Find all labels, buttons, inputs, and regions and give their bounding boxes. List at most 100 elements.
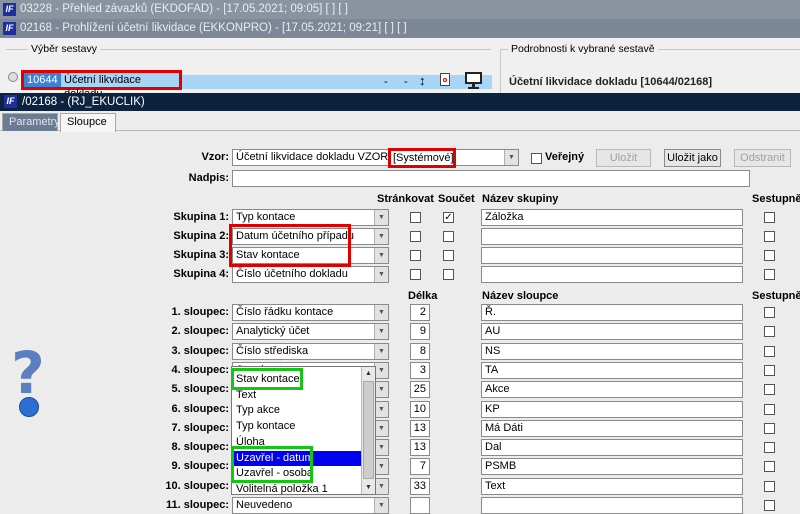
column-sestupne-checkbox[interactable] (764, 480, 775, 492)
window-title-ekdofad[interactable]: IF 03228 - Přehled závazků (EKDOFAD) - [1… (0, 0, 800, 19)
group-sestupne-checkbox[interactable] (764, 231, 775, 242)
dialog-title-bar[interactable]: IF/02168 - (RJ_EKUCLIK) (0, 93, 800, 111)
group-sestupne-checkbox[interactable] (764, 269, 775, 280)
soucet-checkbox[interactable] (443, 231, 454, 242)
header-nazev-sloupce: Název sloupce (482, 290, 559, 302)
strankovat-checkbox[interactable] (410, 231, 421, 242)
column-delka-input[interactable]: 8 (410, 342, 430, 360)
dropdown-option[interactable]: Volitelná položka 1 (236, 483, 328, 494)
column-sestupne-checkbox[interactable] (764, 364, 775, 376)
column-name-input[interactable]: AU (481, 323, 743, 341)
column-select[interactable]: Neuvedeno ▼ (232, 497, 389, 514)
column-delka-input[interactable]: 13 (410, 419, 430, 437)
window-title-ekkonpro[interactable]: IF 02168 - Prohlížení účetní likvidace (E… (0, 19, 800, 38)
column-sestupne-checkbox[interactable] (764, 461, 775, 473)
chevron-down-icon[interactable]: ▼ (374, 248, 388, 263)
column-delka-input[interactable]: 7 (410, 458, 430, 476)
column-select[interactable]: Číslo řádku kontace ▼ (232, 304, 389, 321)
tab-parametry[interactable]: Parametry (2, 113, 60, 131)
group-label: Skupina 2: (173, 230, 229, 242)
monitor-icon[interactable] (464, 71, 483, 89)
column-select[interactable]: Analytický účet ▼ (232, 323, 389, 341)
column-delka-input[interactable]: 2 (410, 304, 430, 321)
scroll-up-icon[interactable]: ▲ (362, 367, 375, 380)
chevron-down-icon[interactable]: ▼ (374, 362, 388, 378)
strankovat-checkbox[interactable] (410, 250, 421, 261)
chevron-down-icon[interactable]: ▼ (374, 267, 388, 282)
column-delka-input[interactable]: 9 (410, 323, 430, 341)
chevron-down-icon[interactable]: ▼ (504, 150, 518, 165)
column-sestupne-checkbox[interactable] (764, 403, 775, 415)
scroll-thumb[interactable] (363, 381, 374, 479)
group-name-input[interactable] (481, 228, 743, 245)
column-delka-input[interactable]: 13 (410, 439, 430, 457)
header-sestupne-col: Sestupně (752, 290, 800, 302)
ulozit-button[interactable]: Uložit (596, 149, 651, 167)
vzor-select[interactable]: Účetní likvidace dokladu VZOR () ▼ (232, 149, 519, 166)
column-name-input[interactable]: Akce (481, 381, 743, 399)
column-sestupne-checkbox[interactable] (764, 384, 775, 396)
group-sestupne-checkbox[interactable] (764, 212, 775, 223)
tab-sloupce[interactable]: Sloupce (60, 113, 116, 132)
sort-icon[interactable]: ↕ (419, 73, 426, 88)
column-sestupne-checkbox[interactable] (764, 500, 775, 511)
column-name-input[interactable]: PSMB (481, 458, 743, 476)
column-delka-input[interactable]: 33 (410, 477, 430, 495)
chevron-down-icon[interactable]: ▼ (374, 324, 388, 340)
chevron-down-icon[interactable]: ▼ (374, 420, 388, 436)
verejny-checkbox[interactable] (531, 153, 542, 164)
dropdown-option[interactable]: Typ akce (236, 404, 280, 416)
column-name-input[interactable]: NS (481, 342, 743, 360)
chevron-down-icon[interactable]: ▼ (374, 440, 388, 456)
soucet-checkbox[interactable] (443, 269, 454, 280)
odstranit-button[interactable]: Odstranit (734, 149, 791, 167)
chevron-down-icon[interactable]: ▼ (374, 210, 388, 225)
column-sestupne-checkbox[interactable] (764, 326, 775, 338)
group-name-input[interactable] (481, 247, 743, 264)
column-name-input[interactable]: Ř. (481, 304, 743, 321)
column-name-input[interactable]: Dal (481, 439, 743, 457)
column-name-input[interactable]: Text (481, 477, 743, 495)
nadpis-input[interactable] (232, 170, 750, 187)
chevron-down-icon[interactable]: ▼ (374, 305, 388, 320)
column-select[interactable]: Číslo střediska ▼ (232, 342, 389, 360)
column-sestupne-checkbox[interactable] (764, 345, 775, 357)
chevron-down-icon[interactable]: ▼ (374, 343, 388, 359)
group-name-input[interactable]: Záložka (481, 209, 743, 226)
column-sestupne-checkbox[interactable] (764, 442, 775, 454)
column-name-input[interactable]: KP (481, 400, 743, 418)
strankovat-checkbox[interactable] (410, 212, 421, 223)
help-question-mark: ? (11, 339, 45, 407)
highlight-groups-2-3 (229, 224, 351, 267)
column-name-input[interactable]: TA (481, 361, 743, 379)
group-sestupne-checkbox[interactable] (764, 250, 775, 261)
soucet-checkbox[interactable] (443, 250, 454, 261)
chevron-down-icon[interactable]: ▼ (374, 229, 388, 244)
dropdown-option[interactable]: Text (236, 389, 256, 401)
group-name-input[interactable] (481, 266, 743, 283)
group-label: Skupina 3: (173, 249, 229, 261)
column-delka-input[interactable]: 3 (410, 361, 430, 379)
scroll-down-icon[interactable]: ▼ (362, 481, 375, 494)
group-select[interactable]: Číslo účetního dokladu ▼ (232, 266, 389, 283)
pdf-icon[interactable] (440, 73, 450, 86)
chevron-down-icon[interactable]: ▼ (374, 459, 388, 475)
dropdown-option[interactable]: Typ kontace (236, 420, 295, 432)
dropdown-scrollbar[interactable]: ▲ ▼ (361, 367, 375, 494)
ulozit-jako-button[interactable]: Uložit jako (664, 149, 721, 167)
chevron-down-icon[interactable]: ▼ (374, 382, 388, 398)
column-name-input[interactable] (481, 497, 743, 514)
collapse-icon[interactable] (8, 72, 18, 82)
column-sestupne-checkbox[interactable] (764, 307, 775, 318)
column-name-input[interactable]: Má Dáti (481, 419, 743, 437)
strankovat-checkbox[interactable] (410, 269, 421, 280)
column-delka-input[interactable]: 25 (410, 381, 430, 399)
column-delka-input[interactable]: 10 (410, 400, 430, 418)
column-delka-input[interactable] (410, 497, 430, 514)
chevron-down-icon[interactable]: ▼ (374, 401, 388, 417)
help-icon[interactable]: ? (6, 339, 50, 419)
report-list-item[interactable]: 10644 Účetní likvidace dokladu (21, 70, 182, 100)
soucet-checkbox[interactable]: ✓ (443, 212, 454, 223)
chevron-down-icon[interactable]: ▼ (374, 478, 388, 494)
column-sestupne-checkbox[interactable] (764, 422, 775, 434)
